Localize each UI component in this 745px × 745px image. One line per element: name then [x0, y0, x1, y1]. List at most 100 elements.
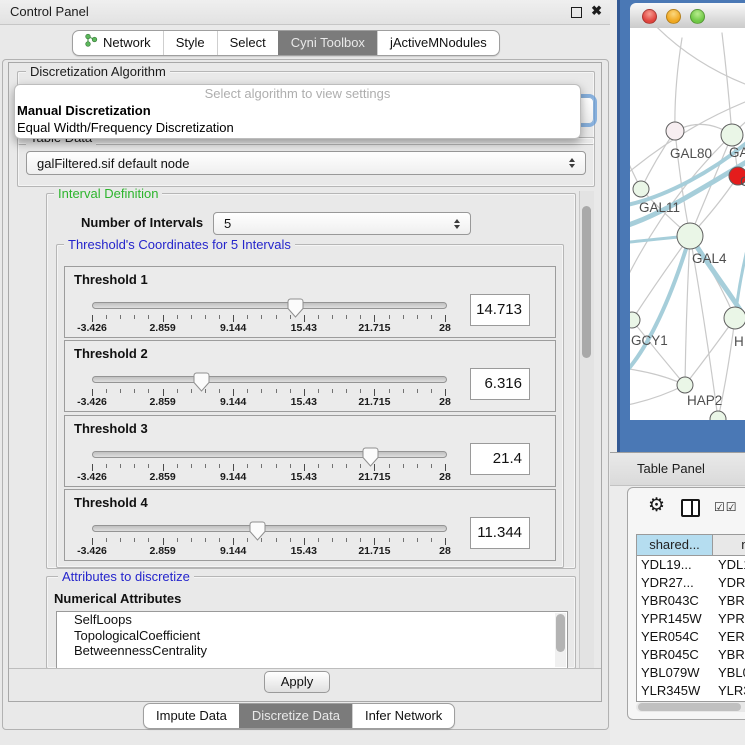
tab-network[interactable]: Network: [73, 31, 163, 55]
tab-select[interactable]: Select: [217, 31, 278, 55]
checkbox-columns-icon[interactable]: ☑☑: [714, 500, 738, 514]
network-node-label: C: [740, 174, 745, 189]
number-of-intervals-value: 5: [224, 216, 231, 231]
algorithm-item[interactable]: Equal Width/Frequency Discretization: [15, 119, 580, 136]
combo-spinner-icon: [454, 219, 460, 229]
network-node-label: GCY1: [631, 333, 668, 348]
algorithm-dropdown-popup: Select algorithm to view settings Manual…: [14, 84, 581, 139]
table-cell: YBR0: [713, 646, 745, 664]
slider-track[interactable]: [92, 451, 447, 458]
slider-ticks: [92, 464, 445, 472]
tab-style[interactable]: Style: [163, 31, 217, 55]
network-edge[interactable]: [650, 28, 745, 86]
table-cell: YBR0: [713, 592, 745, 610]
table-header-cell[interactable]: na: [713, 535, 745, 555]
network-edge[interactable]: [632, 236, 690, 320]
tab-infer-network[interactable]: Infer Network: [352, 704, 454, 728]
tab-discretize-data[interactable]: Discretize Data: [239, 704, 352, 728]
panel-scrollbar-thumb[interactable]: [582, 206, 591, 358]
zoom-traffic-light[interactable]: [690, 9, 705, 24]
apply-button[interactable]: Apply: [264, 671, 330, 693]
table-data-combobox[interactable]: galFiltered.sif default node: [26, 151, 586, 175]
threshold-value-field[interactable]: 11.344: [470, 517, 530, 549]
network-canvas[interactable]: GAL80GACGAL11GAL4GCY1HHAP2: [630, 28, 745, 420]
network-node-gal4[interactable]: [677, 223, 703, 249]
table-header-row: shared...na: [637, 535, 745, 556]
network-edge[interactable]: [685, 318, 735, 385]
network-window-titlebar[interactable]: [630, 3, 745, 29]
list-scrollbar-thumb[interactable]: [556, 614, 565, 652]
table-row[interactable]: YDR27...YDR2: [637, 574, 745, 592]
tab-impute-data[interactable]: Impute Data: [144, 704, 239, 728]
network-edge[interactable]: [630, 368, 685, 385]
close-traffic-light[interactable]: [642, 9, 657, 24]
table-data-combobox-value: galFiltered.sif default node: [37, 156, 189, 171]
network-node[interactable]: [710, 411, 726, 420]
attribute-item[interactable]: SelfLoops: [57, 612, 567, 628]
table-cell: YBL079W: [637, 664, 713, 682]
network-node[interactable]: [721, 124, 743, 146]
network-edge[interactable]: [685, 236, 690, 385]
table-header-cell[interactable]: shared...: [637, 535, 713, 555]
network-node-gal11[interactable]: [633, 181, 649, 197]
attribute-item[interactable]: TopologicalCoefficient: [57, 628, 567, 644]
attribute-item[interactable]: BetweennessCentrality: [57, 643, 567, 659]
table-row[interactable]: YBR045CYBR0: [637, 646, 745, 664]
table-cell: YER054C: [637, 628, 713, 646]
network-node-label: GA: [729, 145, 745, 160]
table-row[interactable]: YPR145WYPR1: [637, 610, 745, 628]
gear-icon[interactable]: ⚙: [648, 494, 665, 517]
table-cell: YDL19...: [637, 556, 713, 574]
slider-track[interactable]: [92, 302, 447, 309]
network-node[interactable]: [724, 307, 745, 329]
network-node-label: GAL11: [639, 200, 680, 215]
panel-scrollbar[interactable]: [579, 191, 594, 668]
slider-ticks: [92, 315, 445, 323]
network-node-hap2[interactable]: [677, 377, 693, 393]
numerical-attributes-label: Numerical Attributes: [54, 591, 181, 606]
slider-track[interactable]: [92, 525, 447, 532]
table-row[interactable]: YDL19...YDL1: [637, 556, 745, 574]
network-edge[interactable]: [722, 33, 732, 135]
network-edge[interactable]: [630, 385, 685, 406]
table-cell: YDR2: [713, 574, 745, 592]
table-hscrollbar-thumb[interactable]: [638, 703, 741, 711]
table-row[interactable]: YBR043CYBR0: [637, 592, 745, 610]
table-cell: YDR27...: [637, 574, 713, 592]
table-horizontal-scrollbar[interactable]: [636, 702, 745, 712]
float-window-icon[interactable]: [571, 7, 582, 18]
table-row[interactable]: YLR345WYLR3: [637, 682, 745, 700]
tab-cyni-toolbox[interactable]: Cyni Toolbox: [278, 31, 377, 55]
table-cell: YER0: [713, 628, 745, 646]
minimize-traffic-light[interactable]: [666, 9, 681, 24]
threshold-value-field[interactable]: 6.316: [470, 368, 530, 400]
threshold-value-field[interactable]: 14.713: [470, 294, 530, 326]
slider-track[interactable]: [92, 376, 447, 383]
algorithm-item[interactable]: Manual Discretization: [15, 102, 580, 119]
network-node-label: H: [734, 334, 744, 349]
threshold-panel: Threshold 2-3.4262.8599.14415.4321.71528…: [64, 340, 556, 412]
network-node-gal80[interactable]: [666, 122, 684, 140]
button-bar-separator: [9, 668, 601, 669]
threshold-panel: Threshold 1-3.4262.8599.14415.4321.71528…: [64, 266, 556, 338]
node-table: shared...na YDL19...YDL1YDR27...YDR2YBR0…: [636, 534, 745, 702]
network-node-gcy1[interactable]: [630, 312, 640, 328]
table-row[interactable]: YBL079WYBL0: [637, 664, 745, 682]
network-edge[interactable]: [675, 38, 682, 131]
list-scrollbar[interactable]: [555, 613, 566, 667]
table-cell: YLR345W: [637, 682, 713, 700]
split-columns-icon[interactable]: [681, 499, 700, 517]
cyni-bottom-tabbar: Impute Data Discretize Data Infer Network: [143, 703, 455, 729]
tab-label: Infer Network: [365, 704, 442, 728]
threshold-label: Threshold 3: [74, 421, 148, 436]
control-panel: Control Panel ✖ NetworkStyleSelectCyni T…: [0, 0, 610, 745]
tab-label: Impute Data: [156, 704, 227, 728]
algorithm-prompt-item[interactable]: Select algorithm to view settings: [15, 85, 580, 102]
close-icon[interactable]: ✖: [591, 3, 602, 19]
threshold-value-field[interactable]: 21.4: [470, 443, 530, 475]
table-row[interactable]: YER054CYER0: [637, 628, 745, 646]
control-panel-body: Discretization Algorithm Select algorith…: [8, 62, 602, 702]
number-of-intervals-combobox[interactable]: 5: [213, 212, 471, 235]
tab-jactivemnodules[interactable]: jActiveMNodules: [377, 31, 499, 55]
threshold-panel: Threshold 3-3.4262.8599.14415.4321.71528…: [64, 415, 556, 487]
